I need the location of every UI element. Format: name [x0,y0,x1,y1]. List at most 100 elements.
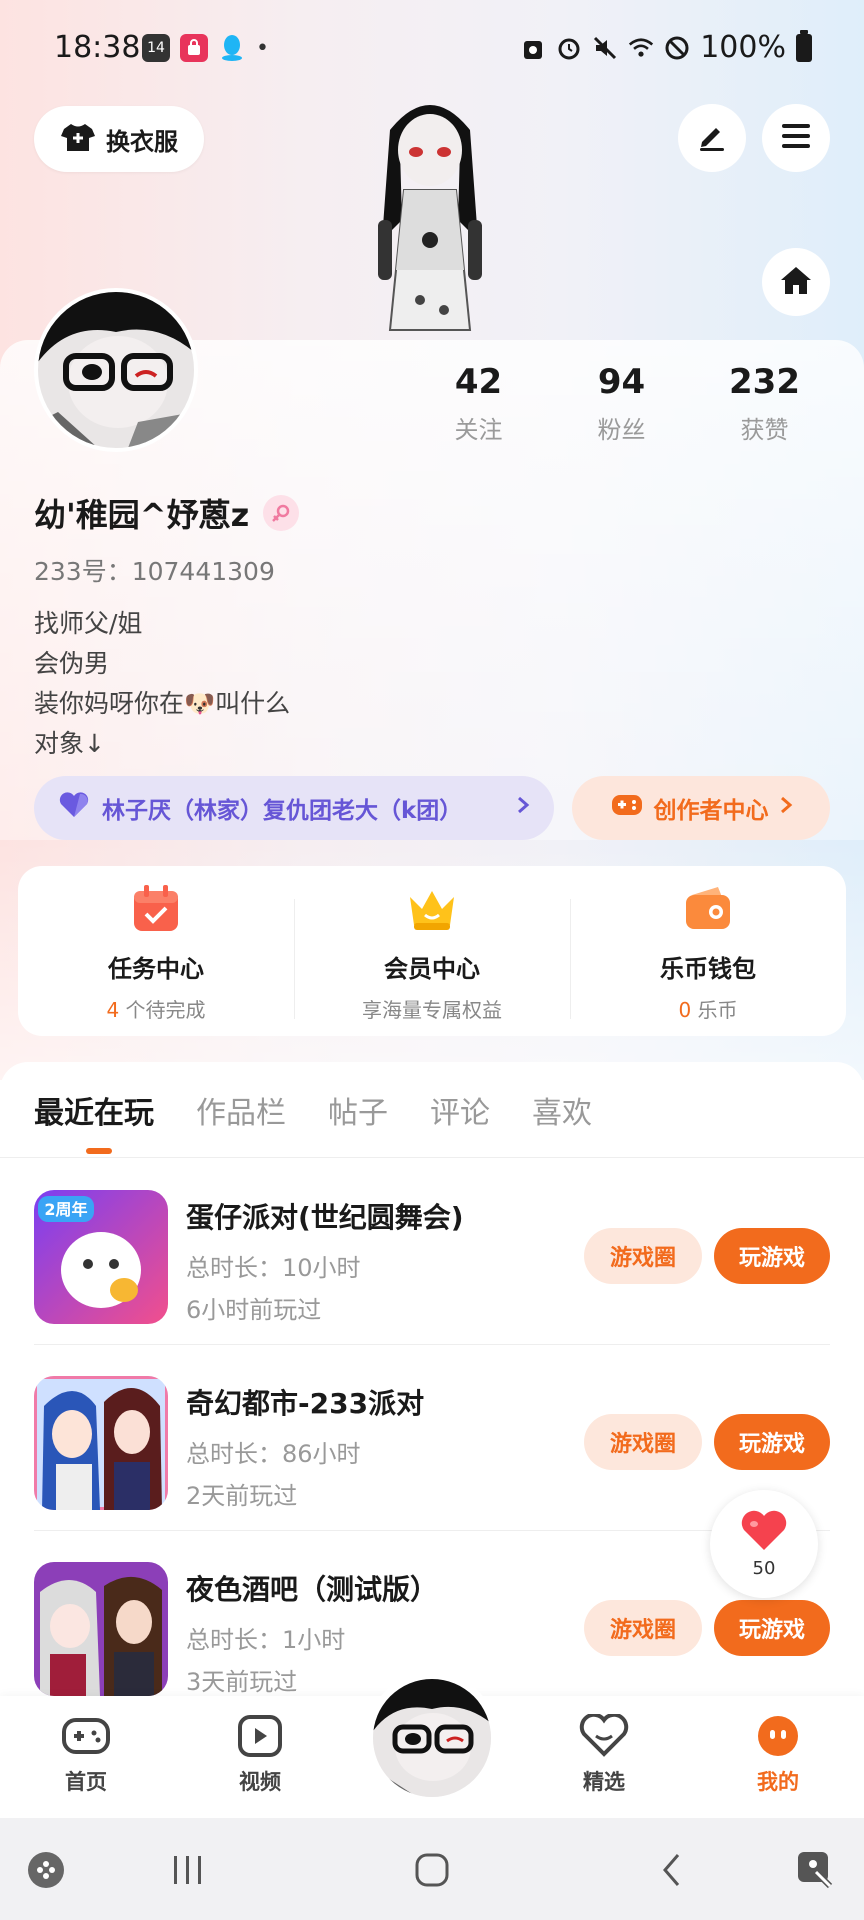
username: 幼'稚园^妤蒽z [34,490,300,536]
game-icon [34,1376,168,1510]
status-time: 18:38 [54,30,141,65]
feature-subtitle: 0 乐币 [570,994,846,1023]
wifi-icon [628,35,654,61]
play-game-button[interactable]: 玩游戏 [714,1228,830,1284]
wallet-icon [682,883,734,935]
tab-comments[interactable]: 评论 [430,1088,490,1132]
crown-icon [406,883,458,935]
anniversary-badge: 2周年 [44,1200,87,1219]
game-last-played: 3天前玩过 [186,1668,298,1696]
status-bar: 18:38 14 • 100% [0,0,864,96]
calendar-icon: 14 [142,34,170,62]
play-game-button[interactable]: 玩游戏 [714,1414,830,1470]
tab-works[interactable]: 作品栏 [196,1088,286,1132]
alarm-icon [556,35,582,61]
dnd-icon [664,35,690,61]
task-center[interactable]: 任务中心 4 个待完成 [18,883,294,1022]
nav-featured[interactable]: 精选 [554,1712,654,1796]
gamepad-icon [36,1714,136,1762]
sync-icon [520,35,546,61]
tab-posts[interactable]: 帖子 [328,1088,388,1132]
user-id: 233号：107441309 [34,557,275,586]
change-outfit-button[interactable]: 换衣服 [34,106,204,172]
likes-stat[interactable]: 232 获赞 [693,362,836,445]
gamepad-icon [610,791,644,825]
floating-like-button[interactable]: 50 [710,1490,818,1598]
followers-stat[interactable]: 94 粉丝 [550,362,693,445]
recent-apps-icon[interactable] [166,1848,210,1892]
feature-subtitle: 4 个待完成 [18,994,294,1023]
menu-button[interactable] [762,104,830,172]
stat-value: 94 [597,362,646,402]
bio-line: 找师父/姐 [34,609,143,638]
pen-icon [696,120,728,156]
feature-subtitle: 享海量专属权益 [362,998,502,1022]
list-item[interactable]: 2周年 蛋仔派对(世纪圆舞会) 总时长：10小时 6小时前玩过 游戏圈 玩游戏 [0,1158,864,1344]
system-navigation-bar [0,1818,864,1920]
game-duration: 总时长：1小时 [186,1626,346,1654]
stat-value: 232 [729,362,800,402]
feature-title: 乐币钱包 [660,955,756,983]
nav-video[interactable]: 视频 [210,1714,310,1796]
nav-home[interactable]: 首页 [36,1714,136,1796]
pending-count: 4 [106,998,120,1022]
nav-label: 视频 [239,1770,281,1794]
following-stat[interactable]: 42 关注 [407,362,550,445]
bio: 找师父/姐 会伪男 装你妈呀你在🐶叫什么 对象↓ [34,604,290,764]
bio-line: 装你妈呀你在🐶叫什么 [34,689,291,718]
game-booster-icon[interactable] [24,1848,68,1892]
content-tabs: 最近在玩 作品栏 帖子 评论 喜欢 [0,1062,864,1158]
heart-icon [710,1508,818,1556]
edit-profile-button[interactable] [678,104,746,172]
stat-label: 粉丝 [597,416,646,444]
mute-icon [592,35,618,61]
like-count: 50 [752,1558,776,1579]
game-name: 夜色酒吧（测试版） [186,1573,439,1606]
game-circle-button[interactable]: 游戏圈 [584,1600,702,1656]
profile-avatar[interactable] [34,288,198,452]
home-button-icon[interactable] [410,1848,454,1892]
guild-badge-button[interactable]: 林子厌（林家）复仇团老大（k团） [34,776,554,840]
member-center[interactable]: 会员中心 享海量专属权益 [294,883,570,1022]
accessibility-touch-icon[interactable] [794,1848,838,1892]
video-play-icon [210,1714,310,1762]
username-text: 幼'稚园^妤蒽z [34,496,250,534]
avatar-character[interactable] [360,90,500,340]
guild-name: 林子厌（林家）复仇团老大（k团） [102,798,463,824]
calendar-check-icon [130,883,182,935]
home-space-button[interactable] [762,248,830,316]
heart-icon [58,791,90,825]
feature-title: 会员中心 [384,955,480,983]
game-icon [34,1562,168,1696]
creator-center-label: 创作者中心 [653,798,769,824]
center-avatar-button[interactable] [366,1672,498,1804]
game-icon: 2周年 [34,1190,168,1324]
tab-recently-played[interactable]: 最近在玩 [34,1088,154,1132]
coin-wallet[interactable]: 乐币钱包 0 乐币 [570,883,846,1022]
chevron-right-icon [779,795,793,821]
game-duration: 总时长：86小时 [186,1440,361,1468]
hamburger-menu-icon [780,121,812,155]
heart-outline-icon [554,1712,654,1762]
game-circle-button[interactable]: 游戏圈 [584,1414,702,1470]
change-outfit-label: 换衣服 [106,127,178,156]
stat-label: 获赞 [740,416,789,444]
game-name: 奇幻都市-233派对 [186,1387,425,1420]
stat-label: 关注 [454,416,503,444]
play-game-button[interactable]: 玩游戏 [714,1600,830,1656]
game-last-played: 6小时前玩过 [186,1296,322,1324]
tab-likes[interactable]: 喜欢 [532,1088,592,1132]
feature-title: 任务中心 [108,955,204,983]
game-circle-button[interactable]: 游戏圈 [584,1228,702,1284]
chevron-right-icon [516,795,530,821]
creator-center-button[interactable]: 创作者中心 [572,776,830,840]
back-icon[interactable] [650,1848,694,1892]
game-duration: 总时长：10小时 [186,1254,361,1282]
avatar [373,1679,491,1797]
home-icon [779,264,813,300]
shirt-icon [60,121,96,157]
feature-grid: 任务中心 4 个待完成 会员中心 享海量专属权益 乐币钱包 0 乐币 [18,866,846,1036]
battery-percent: 100% [700,30,786,65]
female-gender-icon [263,495,300,531]
nav-mine[interactable]: 我的 [728,1714,828,1796]
